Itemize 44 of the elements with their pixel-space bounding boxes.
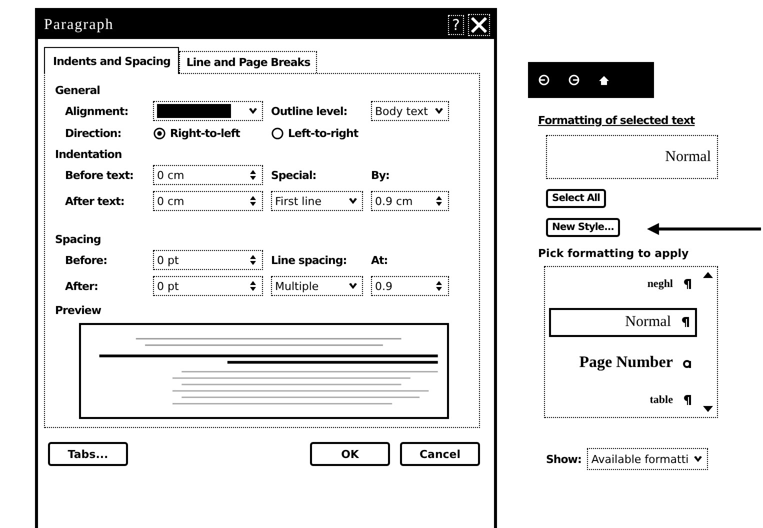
dialog-button[interactable]: Tabs...: [48, 442, 128, 466]
after-text-field[interactable]: 0 cm: [153, 191, 263, 211]
style-list-item[interactable]: Page Number: [549, 350, 697, 376]
special-dropdown[interactable]: First line: [271, 191, 363, 211]
before-text-field[interactable]: 0 cm: [153, 165, 263, 185]
field-label: Line spacing:: [271, 254, 348, 266]
at-field[interactable]: 0.9: [371, 276, 449, 296]
outline-level-dropdown[interactable]: Body text: [371, 101, 449, 121]
field-label: Show:: [546, 452, 582, 466]
field-label: After:: [65, 280, 99, 292]
field-label: Direction:: [65, 127, 122, 140]
tab[interactable]: Line and Page Breaks: [179, 51, 318, 73]
pane-button[interactable]: New Style...: [546, 218, 620, 237]
field-label: Special:: [271, 168, 318, 182]
section-heading: General: [55, 84, 101, 97]
field-label: By:: [371, 168, 390, 182]
field-label: At:: [371, 254, 389, 266]
line-spacing-dropdown[interactable]: Multiple: [271, 276, 363, 296]
by-field[interactable]: 0.9 cm: [371, 191, 449, 211]
section-heading: Preview: [55, 304, 102, 317]
pane-button[interactable]: Select All: [546, 189, 606, 208]
current-style-box: Normal: [546, 135, 718, 179]
style-list-item[interactable]: neghl: [549, 274, 697, 294]
dialog-button[interactable]: OK: [310, 442, 390, 466]
field-label: Alignment:: [65, 104, 130, 118]
style-list-item[interactable]: Normal: [549, 308, 697, 337]
dialog-button[interactable]: Cancel: [400, 442, 480, 466]
section-heading: Pick formatting to apply: [538, 247, 690, 260]
radio-option[interactable]: Right-to-left: [153, 127, 271, 140]
after-field[interactable]: 0 pt: [153, 276, 263, 296]
section-heading: Spacing: [55, 233, 102, 246]
field-label: Before text:: [65, 168, 134, 182]
style-list-item[interactable]: table: [549, 390, 697, 410]
section-heading: Indentation: [55, 148, 123, 161]
field-label: Outline level:: [271, 104, 348, 118]
radio-option[interactable]: Left-to-right: [271, 127, 371, 140]
tab[interactable]: Indents and Spacing: [44, 47, 180, 74]
field-label: After text:: [65, 194, 126, 208]
section-heading: Formatting of selected text: [538, 114, 696, 127]
show-dropdown[interactable]: Available formatti: [587, 448, 708, 470]
field-label: Before:: [65, 254, 108, 266]
before-field[interactable]: 0 pt: [153, 250, 263, 270]
window-title: Paragraph: [44, 16, 115, 34]
help-button[interactable]: ?: [448, 15, 464, 35]
